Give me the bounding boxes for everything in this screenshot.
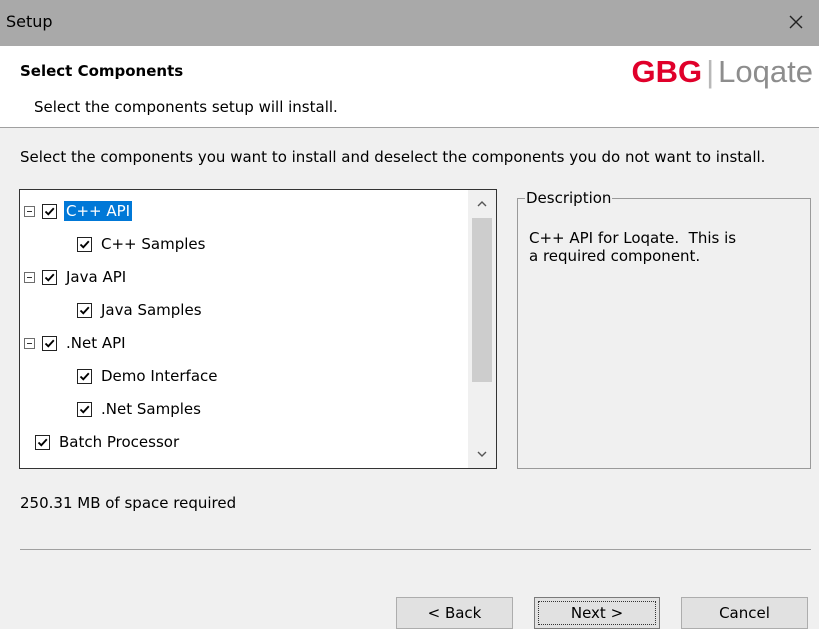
tree-item[interactable]: Java Samples [77,296,204,324]
description-legend: Description [525,189,613,207]
tree-item-label: C++ Samples [101,235,206,253]
component-checkbox[interactable] [35,467,50,468]
close-icon[interactable] [773,0,819,46]
page-heading: Select Components [20,62,184,80]
cancel-button-label: Cancel [719,604,770,622]
focus-rect [538,601,656,625]
tree-item[interactable]: C++ Samples [77,230,207,258]
checkmark-icon [44,207,55,216]
page-subheading: Select the components setup will install… [34,98,338,116]
scroll-thumb[interactable] [472,218,492,382]
tree-item-label: Java API [66,268,127,286]
back-button[interactable]: < Back [396,597,513,629]
logo-brand: GBG [631,54,703,89]
component-checkbox[interactable] [77,401,92,417]
tree-item[interactable]: C++ API [24,197,134,225]
checkmark-icon [79,405,90,414]
component-checkbox[interactable] [77,236,92,252]
description-group: Description C++ API for Loqate. This is … [517,189,811,469]
tree-item-label: .Net Samples [101,400,201,418]
component-checkbox[interactable] [77,302,92,318]
tree-item[interactable]: Batch Processor [35,428,181,456]
checkmark-icon [79,306,90,315]
instructions-text: Select the components you want to instal… [20,148,766,166]
space-required-label: 250.31 MB of space required [20,494,237,512]
cancel-button[interactable]: Cancel [681,597,808,629]
tree-item[interactable]: Install M... [35,461,138,468]
checkmark-icon [44,339,55,348]
component-checkbox[interactable] [35,434,50,450]
back-button-label: < Back [427,604,482,622]
wizard-header: Select Components Select the components … [0,46,819,127]
gbg-loqate-logo: GBG | Loqate [631,54,813,90]
tree-item-label: .Net API [66,334,126,352]
description-text: C++ API for Loqate. This is a required c… [529,229,737,265]
tree-item-label: C++ API [62,200,134,222]
collapse-toggle-icon[interactable] [24,205,35,217]
tree-item-label: Batch Processor [59,433,180,451]
title-bar: Setup [0,0,819,46]
component-checkbox[interactable] [42,269,57,285]
tree-item-label: Demo Interface [101,367,218,385]
component-checkbox[interactable] [42,203,57,219]
tree-item[interactable]: .Net API [24,329,128,357]
collapse-toggle-icon[interactable] [24,271,35,283]
components-tree-list: C++ API C++ Samples Java API Java Samples .N… [20,190,468,468]
scroll-down-arrow-icon[interactable] [468,440,496,468]
tree-item[interactable]: .Net Samples [77,395,203,423]
checkmark-icon [79,240,90,249]
tree-item-label: Java Samples [101,301,202,319]
footer-divider [20,549,811,550]
window-title: Setup [6,12,53,31]
logo-separator: | [706,54,715,89]
next-button[interactable]: Next > [534,597,660,629]
close-icon-glyph [789,15,803,29]
header-divider [0,127,819,128]
tree-item-label: Install M... [57,465,138,468]
checkmark-icon [37,438,48,447]
component-checkbox[interactable] [42,335,57,351]
checkmark-icon [79,372,90,381]
scroll-up-arrow-icon[interactable] [468,190,496,218]
component-checkbox[interactable] [77,368,92,384]
components-tree[interactable]: C++ API C++ Samples Java API Java Samples .N… [19,189,497,469]
checkmark-icon [44,273,55,282]
tree-item[interactable]: Demo Interface [77,362,220,390]
tree-item[interactable]: Java API [24,263,128,291]
tree-scrollbar[interactable] [468,190,496,468]
collapse-toggle-icon[interactable] [24,337,35,349]
logo-product: Loqate [718,54,813,89]
